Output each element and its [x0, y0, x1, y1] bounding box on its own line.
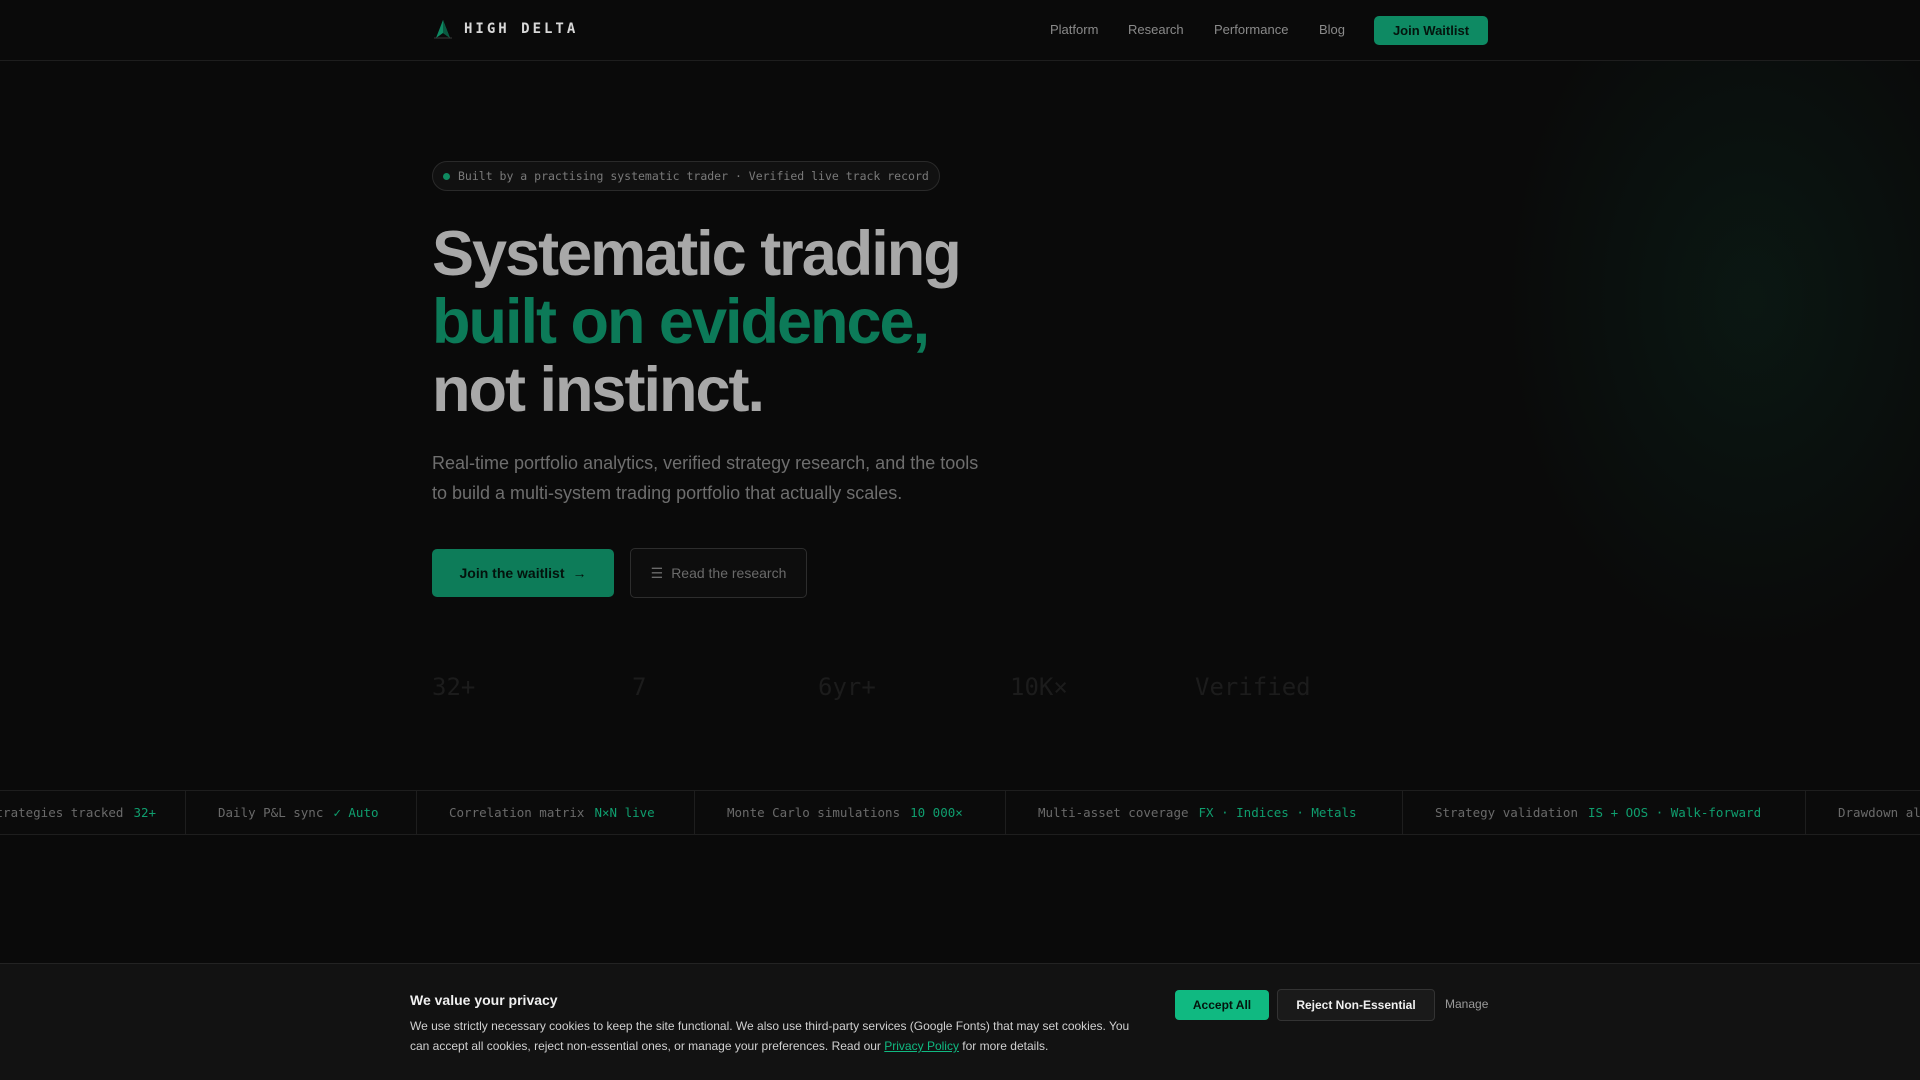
nav-link-performance[interactable]: Performance [1214, 22, 1288, 37]
ticker-item: Monte Carlo simulations 10 000× [695, 791, 1006, 834]
hero-headline: Systematic trading built on evidence, no… [432, 220, 1132, 424]
status-dot-icon [443, 172, 450, 180]
brand[interactable]: HIGH DELTA [432, 18, 578, 40]
cookie-banner: We value your privacy We use strictly ne… [0, 963, 1920, 1080]
ticker-item: Correlation matrix N×N live [417, 791, 695, 834]
ticker-item: Drawdown al [1838, 805, 1920, 820]
background-glow [1500, 60, 1920, 660]
top-nav: HIGH DELTA Platform Research Performance… [0, 0, 1920, 61]
headline-line-1: Systematic trading [432, 219, 962, 289]
cookie-title: We value your privacy [410, 992, 558, 1008]
join-waitlist-label: Join the waitlist [459, 565, 565, 581]
read-research-label: Read the research [671, 565, 787, 581]
accept-all-button[interactable]: Accept All [1175, 990, 1269, 1020]
trust-badge-text: Built by a practising systematic trader … [458, 169, 929, 183]
nav-link-research[interactable]: Research [1128, 22, 1184, 37]
headline-line-2: built on evidence, [432, 287, 930, 357]
ticker-item: Daily P&L sync ✓ Auto [186, 791, 417, 834]
brand-name: HIGH DELTA [464, 21, 579, 37]
nav-link-blog[interactable]: Blog [1319, 22, 1345, 37]
arrow-right-icon: → [572, 565, 587, 581]
stat-strategies: 32+ [432, 673, 476, 701]
manage-cookies-button[interactable]: Manage [1445, 997, 1488, 1011]
nav-link-platform[interactable]: Platform [1050, 22, 1098, 37]
hero-subtext: Real-time portfolio analytics, verified … [432, 453, 979, 503]
ticker-item: Strategies tracked 32+ [0, 791, 186, 834]
ticker-item: Strategy validation IS + OOS · Walk-forw… [1403, 791, 1806, 834]
reject-non-essential-button[interactable]: Reject Non-Essential [1277, 989, 1435, 1021]
privacy-policy-link[interactable]: Privacy Policy [884, 1039, 959, 1053]
cookie-text: We use strictly necessary cookies to kee… [410, 1019, 1130, 1053]
join-waitlist-button[interactable]: Join the waitlist → [432, 549, 614, 597]
stat-count: 7 [632, 673, 647, 701]
read-research-button[interactable]: ☰ Read the research [630, 548, 807, 598]
stat-simulations: 10K× [1010, 673, 1068, 701]
trust-badge: Built by a practising systematic trader … [432, 161, 940, 191]
feature-ticker: Strategies tracked 32+ Daily P&L sync ✓ … [0, 790, 1920, 835]
join-waitlist-nav-button[interactable]: Join Waitlist [1374, 16, 1488, 45]
stat-verified: Verified [1195, 673, 1311, 701]
headline-line-3: not instinct. [432, 355, 765, 425]
ticker-item: Multi-asset coverage FX · Indices · Meta… [1006, 791, 1403, 834]
delta-logo-icon [434, 20, 452, 39]
menu-lines-icon: ☰ [650, 564, 664, 581]
stat-years: 6yr+ [818, 673, 876, 701]
